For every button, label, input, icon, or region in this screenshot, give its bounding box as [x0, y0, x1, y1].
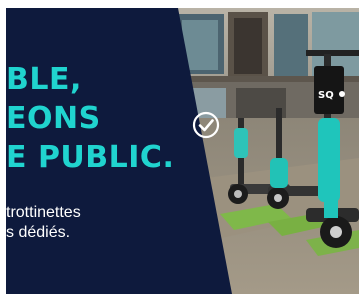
ad-frame: SQ BLE, EONS E PUBLIC. trottinettes s dé… [0, 0, 359, 294]
scooter-brand-label: SQ [318, 90, 334, 101]
subtext: trottinettes s dédiés. [6, 203, 81, 243]
headline-line-3: E PUBLIC. [6, 140, 175, 175]
headline: BLE, EONS E PUBLIC. [6, 60, 174, 177]
check-circle-icon [192, 111, 220, 139]
subtext-line-1: trottinettes [6, 204, 81, 221]
headline-line-1: BLE, [6, 62, 82, 97]
headline-line-2: EONS [6, 101, 101, 136]
promo-banner[interactable]: SQ BLE, EONS E PUBLIC. trottinettes s dé… [6, 8, 359, 294]
subtext-line-2: s dédiés. [6, 224, 71, 241]
